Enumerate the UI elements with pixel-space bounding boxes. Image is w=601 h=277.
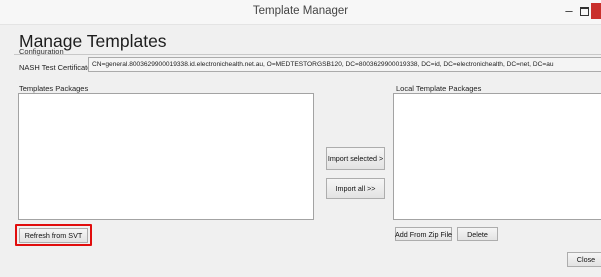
maximize-button[interactable] xyxy=(577,2,591,20)
templates-packages-label: Templates Packages xyxy=(19,84,89,93)
templates-packages-list[interactable] xyxy=(18,93,314,220)
local-template-packages-label: Local Template Packages xyxy=(396,84,482,93)
window-title: Template Manager xyxy=(252,5,349,17)
add-from-zip-button[interactable]: Add From Zip File xyxy=(395,227,452,241)
local-template-packages-list[interactable] xyxy=(393,93,601,220)
refresh-from-svt-button[interactable]: Refresh from SVT xyxy=(19,228,88,243)
import-all-button[interactable]: Import all >> xyxy=(326,178,385,199)
close-button[interactable]: Close xyxy=(567,252,601,267)
delete-button[interactable]: Delete xyxy=(457,227,498,241)
window-close-button[interactable] xyxy=(591,3,601,19)
nash-certificate-label: NASH Test Certificate xyxy=(19,63,92,72)
configuration-divider xyxy=(14,54,601,55)
minimize-button[interactable]: – xyxy=(561,2,577,20)
minimize-icon: – xyxy=(565,3,573,18)
nash-certificate-field[interactable]: CN=general.8003629900019338.id.electroni… xyxy=(88,57,601,72)
title-bar: Template Manager – xyxy=(0,0,601,25)
import-selected-button[interactable]: Import selected > xyxy=(326,147,385,170)
maximize-icon xyxy=(579,6,589,16)
